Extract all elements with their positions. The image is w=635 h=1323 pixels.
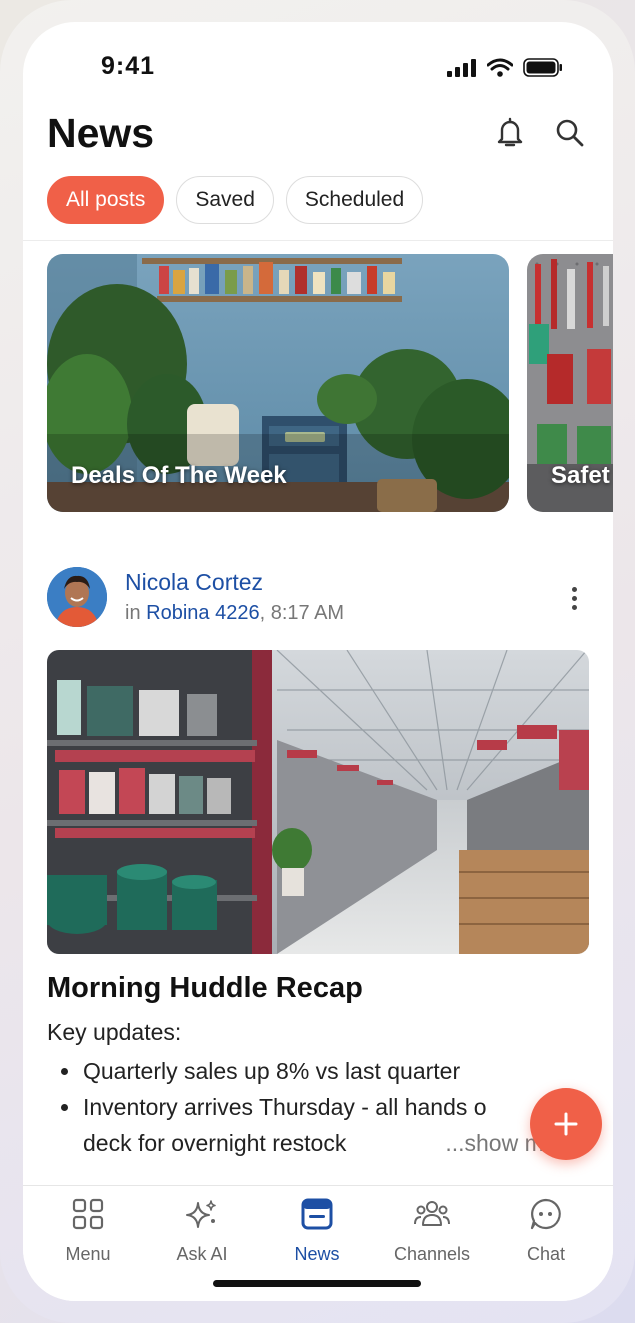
tab-chat[interactable]: Chat [487, 1194, 605, 1265]
wifi-icon [487, 58, 513, 77]
chip-scheduled[interactable]: Scheduled [285, 176, 424, 224]
status-bar: 9:41 [23, 22, 613, 110]
header-divider [23, 240, 613, 241]
post-bullets: Quarterly sales up 8% vs last quarter In… [61, 1053, 581, 1161]
bullet-continuation: deck for overnight restock ...show more [61, 1125, 581, 1161]
featured-card-safety[interactable]: Safet [527, 254, 613, 512]
featured-card-deals[interactable]: Deals Of The Week [47, 254, 509, 512]
search-button[interactable] [553, 116, 587, 150]
tab-label: Channels [393, 1244, 471, 1264]
create-post-button[interactable] [530, 1088, 602, 1160]
post-image-store [47, 650, 589, 954]
status-icons [447, 58, 563, 77]
chat-icon [530, 1198, 561, 1230]
location-link[interactable]: Robina 4226 [146, 602, 259, 624]
avatar-image [47, 567, 107, 627]
bullet-continuation-text: deck for overnight restock [83, 1130, 347, 1156]
avatar[interactable] [47, 567, 107, 627]
search-icon [556, 119, 584, 147]
kebab-dot [571, 586, 577, 592]
tab-label: Chat [526, 1244, 566, 1264]
chip-saved[interactable]: Saved [176, 176, 274, 224]
status-time: 9:41 [101, 52, 156, 80]
post-title: Morning Huddle Recap [47, 972, 363, 1004]
chip-all-posts[interactable]: All posts [47, 176, 165, 224]
kebab-dot [571, 595, 577, 601]
bullet-item: Inventory arrives Thursday - all hands o [61, 1089, 581, 1125]
plus-icon [554, 1112, 578, 1136]
battery-icon [523, 58, 562, 77]
news-icon [301, 1198, 333, 1230]
featured-card-title: Deals Of The Week [71, 462, 287, 489]
bullet-item: Quarterly sales up 8% vs last quarter [61, 1053, 581, 1089]
more-options-button[interactable] [559, 581, 589, 615]
tab-ask-ai[interactable]: Ask AI [143, 1194, 261, 1265]
author-name[interactable]: Nicola Cortez [125, 569, 263, 596]
featured-carousel: Deals Of The Week Safet [47, 254, 613, 512]
post-image[interactable] [47, 650, 589, 954]
tab-menu[interactable]: Menu [29, 1194, 147, 1265]
notifications-button[interactable] [493, 116, 527, 150]
page-title: News [47, 110, 155, 156]
sparkle-icon [186, 1200, 216, 1228]
tab-channels[interactable]: Channels [373, 1194, 491, 1265]
post-intro: Key updates: [47, 1019, 182, 1045]
tab-label: Ask AI [176, 1244, 228, 1264]
featured-card-title: Safet [551, 462, 610, 489]
post-meta: in Robina 4226, 8:17 AM [125, 602, 344, 625]
filter-chips: All posts Saved Scheduled [47, 176, 424, 224]
grid-icon [72, 1198, 104, 1230]
post-time: , 8:17 AM [259, 602, 345, 624]
phone-frame: 9:41 News All posts Saved Scheduled Deal… [0, 0, 635, 1323]
tab-label: News [294, 1244, 340, 1264]
header: News [47, 110, 589, 166]
bell-icon [497, 117, 523, 147]
signal-icon [447, 58, 476, 77]
tab-label: Menu [65, 1244, 111, 1264]
screen: 9:41 News All posts Saved Scheduled Deal… [23, 22, 613, 1301]
kebab-dot [571, 604, 577, 610]
meta-in: in [125, 602, 141, 624]
people-icon [414, 1201, 450, 1226]
home-indicator [213, 1280, 421, 1287]
tab-news[interactable]: News [258, 1194, 376, 1265]
